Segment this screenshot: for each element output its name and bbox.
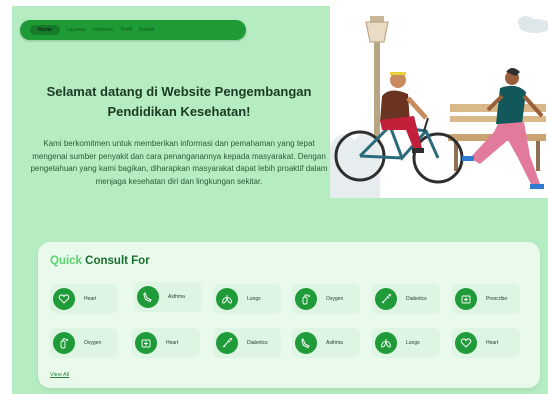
consult-item-label: Asthma — [326, 340, 343, 346]
consult-item-label: Oxygen — [84, 340, 102, 346]
oxygen-icon — [53, 332, 75, 354]
consult-item-label: Lungs — [247, 296, 261, 302]
heart-icon — [53, 288, 75, 310]
nav-home[interactable]: Home — [30, 25, 60, 35]
consult-item-label: Heart — [166, 340, 179, 346]
consult-item-diabetics[interactable]: Diabetics — [372, 284, 440, 314]
medkit-icon — [135, 332, 157, 354]
consult-item-lungs[interactable]: Lungs — [213, 284, 281, 314]
consult-item-lungs[interactable]: Lungs — [372, 328, 440, 358]
consult-item-label: Heart — [486, 340, 499, 346]
page: Home Layanan Informasi Profil Kontak Sel… — [12, 6, 548, 394]
lungs-icon — [375, 332, 397, 354]
quick-consult-card: Quick Consult For Heart Asthma Lungs Oxy… — [38, 242, 540, 388]
asthma-icon — [137, 286, 159, 308]
consult-item-diabetics[interactable]: Diabetics — [213, 328, 281, 358]
view-all-link[interactable]: View All — [50, 372, 69, 378]
lungs-icon — [216, 288, 238, 310]
hero-illustration — [330, 6, 548, 198]
consult-item-label: Diabetics — [406, 296, 427, 302]
oxygen-icon — [295, 288, 317, 310]
consult-item-asthma[interactable]: Asthma — [292, 328, 360, 358]
hero-title: Selamat datang di Website Pengembangan P… — [46, 84, 312, 119]
asthma-icon — [295, 332, 317, 354]
quick-consult-title-rest: Consult For — [81, 255, 150, 267]
syringe-icon — [216, 332, 238, 354]
syringe-icon — [375, 288, 397, 310]
nav-contact[interactable]: Kontak — [139, 27, 155, 33]
consult-item-prescribe[interactable]: Prescribe — [452, 284, 520, 314]
consult-item-label: Asthma — [168, 294, 185, 300]
consult-item-heart[interactable]: Heart — [452, 328, 520, 358]
consult-item-oxygen[interactable]: Oxygen — [50, 328, 118, 358]
quick-consult-title: Quick Consult For — [50, 255, 150, 267]
consult-item-label: Oxygen — [326, 296, 344, 302]
consult-item-asthma[interactable]: Asthma — [134, 282, 202, 312]
quick-consult-title-accent: Quick — [50, 255, 82, 267]
hero-description: Kami berkomitmen untuk memberikan inform… — [30, 139, 328, 186]
consult-item-label: Lungs — [406, 340, 420, 346]
top-navbar: Home Layanan Informasi Profil Kontak — [20, 20, 246, 40]
cyclist-runner-illustration — [330, 16, 548, 198]
consult-item-oxygen[interactable]: Oxygen — [292, 284, 360, 314]
nav-profile[interactable]: Profil — [121, 27, 132, 33]
nav-information[interactable]: Informasi — [93, 27, 114, 33]
consult-item-heart[interactable]: Heart — [50, 284, 118, 314]
consult-item-label: Heart — [84, 296, 97, 302]
heart-icon — [455, 332, 477, 354]
medkit-icon — [455, 288, 477, 310]
consult-item-label: Diabetics — [247, 340, 268, 346]
consult-item-heart[interactable]: Heart — [132, 328, 200, 358]
consult-item-label: Prescribe — [486, 296, 508, 302]
nav-services[interactable]: Layanan — [67, 27, 86, 33]
